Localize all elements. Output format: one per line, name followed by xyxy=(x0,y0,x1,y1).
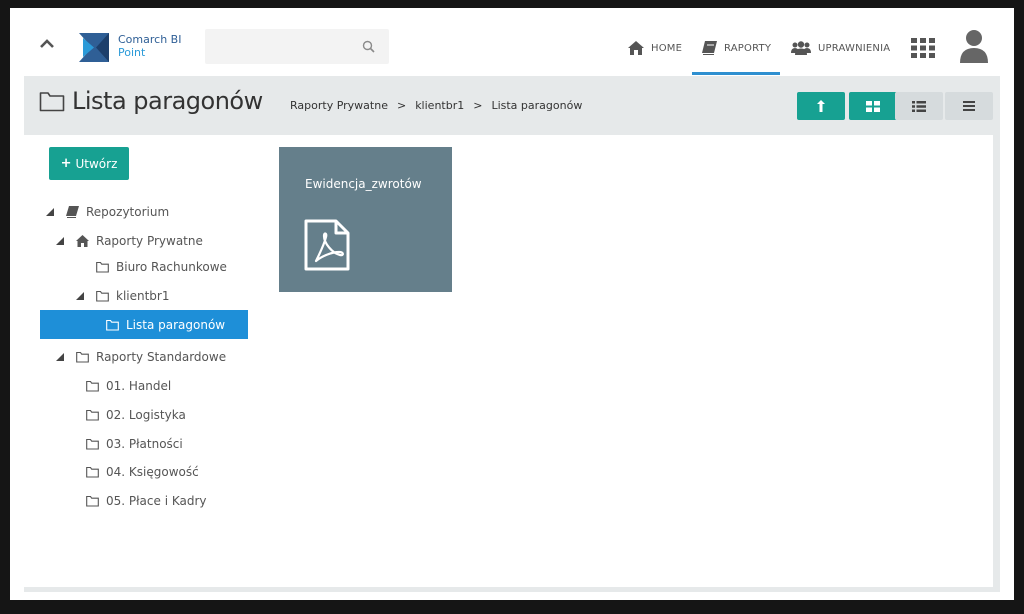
tree-item-logistyka[interactable]: 02. Logistyka xyxy=(86,404,186,426)
up-level-button[interactable] xyxy=(797,92,845,120)
folder-icon xyxy=(106,319,119,331)
search-icon[interactable] xyxy=(362,40,375,53)
tree-item-label: Repozytorium xyxy=(86,205,170,219)
nav-raporty-label: RAPORTY xyxy=(724,42,772,54)
header-band xyxy=(24,125,1000,135)
pdf-icon xyxy=(304,219,350,271)
tree-item-ksiegowosc[interactable]: 04. Księgowość xyxy=(86,461,199,483)
tree-item-repozytorium[interactable]: Repozytorium xyxy=(46,201,169,223)
grid-view-icon xyxy=(866,100,880,112)
tree-item-label: 01. Handel xyxy=(106,379,172,393)
tree-item-label: Raporty Prywatne xyxy=(96,234,203,248)
bottom-band xyxy=(24,587,1000,592)
nav-uprawnienia[interactable]: UPRAWNIENIA xyxy=(791,40,890,56)
home-icon xyxy=(76,235,89,247)
tree-item-raporty-standardowe[interactable]: Raporty Standardowe xyxy=(56,346,226,368)
hamburger-icon xyxy=(963,101,975,111)
search-input[interactable] xyxy=(205,29,355,64)
folder-icon xyxy=(86,495,99,507)
create-button[interactable]: + Utwórz xyxy=(49,147,129,180)
tree-item-label: 03. Płatności xyxy=(106,437,183,451)
create-button-label: Utwórz xyxy=(75,156,118,171)
tree-item-platnosci[interactable]: 03. Płatności xyxy=(86,433,183,455)
folder-icon xyxy=(76,351,89,363)
arrow-up-icon xyxy=(817,100,825,112)
user-avatar-icon[interactable] xyxy=(959,29,989,63)
grid-view-button[interactable] xyxy=(849,92,897,120)
report-tile-title: Ewidencja_zwrotów xyxy=(305,177,422,191)
title-bar: Lista paragonów Raporty Prywatne > klien… xyxy=(24,76,1000,125)
tree-item-klientbr1[interactable]: klientbr1 xyxy=(76,285,170,307)
folder-icon xyxy=(86,380,99,392)
tree-item-label: 02. Logistyka xyxy=(106,408,186,422)
nav-uprawnienia-label: UPRAWNIENIA xyxy=(818,42,891,54)
list-view-button[interactable] xyxy=(895,92,943,120)
tree-item-place-i-kadry[interactable]: 05. Płace i Kadry xyxy=(86,490,207,512)
home-icon xyxy=(628,41,644,55)
apps-grid-icon[interactable] xyxy=(911,38,935,58)
brand-name: Comarch BI Point xyxy=(118,33,181,59)
breadcrumb-item-klientbr1[interactable]: klientbr1 xyxy=(415,99,464,112)
comarch-logo xyxy=(79,33,109,62)
plus-icon: + xyxy=(60,156,72,171)
book-icon xyxy=(702,41,717,55)
list-view-icon xyxy=(912,100,926,112)
folder-icon xyxy=(96,261,109,273)
tree-item-biuro-rachunkowe[interactable]: Biuro Rachunkowe xyxy=(96,256,227,278)
breadcrumb-separator: > xyxy=(473,99,483,112)
nav-active-indicator xyxy=(692,72,780,75)
nav-raporty[interactable]: RAPORTY xyxy=(702,40,771,56)
tree-item-lista-paragonow[interactable]: Lista paragonów xyxy=(40,310,248,339)
app-window: Comarch BI Point HOME RAPORTY UPRAWNIENI… xyxy=(10,8,1014,600)
tree-item-label: 04. Księgowość xyxy=(106,465,199,479)
nav-home[interactable]: HOME xyxy=(628,40,682,56)
chevron-up-icon[interactable] xyxy=(37,36,57,52)
breadcrumb: Raporty Prywatne > klientbr1 > Lista par… xyxy=(290,99,582,112)
tree-item-label: Raporty Standardowe xyxy=(96,350,227,364)
tree-item-raporty-prywatne[interactable]: Raporty Prywatne xyxy=(56,230,203,252)
breadcrumb-separator: > xyxy=(396,99,407,112)
folder-icon xyxy=(86,409,99,421)
tree-item-label: Lista paragonów xyxy=(126,317,226,332)
nav-home-label: HOME xyxy=(651,42,683,54)
breadcrumb-item-raporty-prywatne[interactable]: Raporty Prywatne xyxy=(290,99,388,112)
expanded-arrow-icon[interactable] xyxy=(56,237,64,245)
folder-icon xyxy=(39,92,65,112)
tree-item-label: Biuro Rachunkowe xyxy=(116,260,227,274)
tree-item-label: klientbr1 xyxy=(116,289,170,303)
top-bar: Comarch BI Point HOME RAPORTY UPRAWNIENI… xyxy=(10,8,1014,76)
breadcrumb-item-current: Lista paragonów xyxy=(491,99,583,112)
expanded-arrow-icon[interactable] xyxy=(76,292,84,300)
folder-icon xyxy=(96,290,109,302)
menu-button[interactable] xyxy=(945,92,993,120)
expanded-arrow-icon[interactable] xyxy=(56,353,64,361)
scrollbar-track[interactable] xyxy=(993,135,1000,587)
page-title: Lista paragonów xyxy=(72,87,263,115)
users-icon xyxy=(791,41,811,55)
expanded-arrow-icon[interactable] xyxy=(46,208,54,216)
tree-item-label: 05. Płace i Kadry xyxy=(106,494,207,508)
search-box xyxy=(205,29,389,64)
folder-icon xyxy=(86,466,99,478)
brand-line2: Point xyxy=(118,46,146,59)
tree-item-handel[interactable]: 01. Handel xyxy=(86,375,171,397)
book-icon xyxy=(66,206,79,218)
report-tile[interactable]: Ewidencja_zwrotów xyxy=(279,147,452,292)
brand-line1: Comarch BI xyxy=(118,33,182,46)
folder-icon xyxy=(86,438,99,450)
